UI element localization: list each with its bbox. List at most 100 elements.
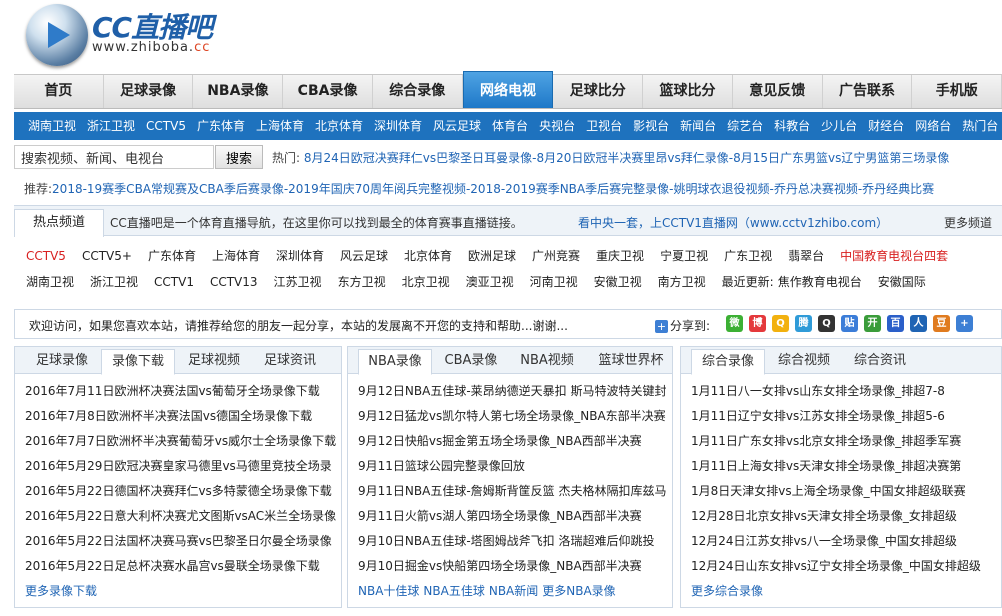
sub-nav-item[interactable]: 科教台 (774, 112, 810, 140)
wechat-icon[interactable]: 微 (726, 315, 743, 332)
panel-item[interactable]: 2016年5月22日足总杯决赛水晶宫vs曼联全场录像下载 (25, 556, 336, 581)
renren-icon[interactable]: 人 (910, 315, 927, 332)
panel-item[interactable]: 2016年5月29日欧冠决赛皇家马德里vs马德里竞技全场录 (25, 456, 336, 481)
channel-link[interactable]: 风云足球 (340, 249, 388, 263)
panel-more-link[interactable]: 更多NBA录像 (542, 584, 615, 598)
sub-nav-item[interactable]: 财经台 (868, 112, 904, 140)
panel-more-link[interactable]: 更多录像下载 (25, 584, 97, 598)
channel-link[interactable]: 广州竞赛 (532, 249, 580, 263)
panel-item[interactable]: 9月12日NBA五佳球-莱昂纳德逆天暴扣 斯马特波特关键封 (358, 381, 666, 406)
sub-nav-item[interactable]: 新闻台 (680, 112, 716, 140)
channel-link[interactable]: CCTV13 (210, 275, 258, 289)
panel-more-link[interactable]: 更多综合录像 (691, 584, 763, 598)
panel-item[interactable]: 2016年5月22日德国杯决赛拜仁vs多特蒙德全场录像下载 (25, 481, 336, 506)
channel-link[interactable]: 重庆卫视 (596, 249, 644, 263)
channel-link[interactable]: 欧洲足球 (468, 249, 516, 263)
channel-link[interactable]: CCTV1 (154, 275, 194, 289)
sub-nav-item[interactable]: 风云足球 (433, 112, 481, 140)
sub-nav-item[interactable]: 央视台 (539, 112, 575, 140)
panel-tab[interactable]: 综合视频 (767, 349, 841, 375)
main-nav-item[interactable]: 首页 (14, 75, 104, 108)
cctv1-link[interactable]: 看中央一套，上CCTV1直播网（www.cctv1zhibo.com） (578, 214, 888, 231)
panel-more-link[interactable]: NBA新闻 (489, 584, 538, 598)
sub-nav-item[interactable]: 湖南卫视 (28, 112, 76, 140)
channel-link[interactable]: 宁夏卫视 (660, 249, 708, 263)
main-nav-item[interactable]: 足球比分 (553, 75, 644, 108)
sub-nav-item[interactable]: 卫视台 (586, 112, 622, 140)
sub-nav-item[interactable]: 影视台 (633, 112, 669, 140)
recommend-link[interactable]: -2018-2019赛季NBA季后赛完整录像 (466, 182, 669, 196)
panel-item[interactable]: 2016年7月11日欧洲杯决赛法国vs葡萄牙全场录像下载 (25, 381, 336, 406)
panel-item[interactable]: 1月11日广东女排vs北京女排全场录像_排超季军赛 (691, 431, 981, 456)
main-nav-item[interactable]: CBA录像 (283, 75, 373, 108)
channel-link[interactable]: CCTV5+ (82, 249, 132, 263)
panel-item[interactable]: 9月11日篮球公园完整录像回放 (358, 456, 666, 481)
tencent-weibo-icon[interactable]: 腾 (795, 315, 812, 332)
panel-tab[interactable]: 足球录像 (25, 349, 99, 375)
recommend-link[interactable]: -2019年国庆70周年阅兵完整视频 (284, 182, 466, 196)
channel-link[interactable]: 澳亚卫视 (466, 275, 514, 289)
panel-item[interactable]: 12月28日北京女排vs天津女排全场录像_女排超级 (691, 506, 981, 531)
channel-link[interactable]: CCTV5 (26, 249, 66, 263)
channel-link[interactable]: 广东卫视 (724, 249, 772, 263)
channel-link[interactable]: 浙江卫视 (90, 275, 138, 289)
share-plus-icon[interactable]: + (655, 320, 668, 333)
panel-item[interactable]: 2016年7月8日欧洲杯半决赛法国vs德国全场录像下载 (25, 406, 336, 431)
sub-nav-item[interactable]: 少儿台 (821, 112, 857, 140)
hot-link[interactable]: -8月20日欧冠半决赛里昂vs拜仁录像 (532, 151, 729, 165)
panel-item[interactable]: 9月10日NBA五佳球-塔图姆战斧飞扣 洛瑞超难后仰跳投 (358, 531, 666, 556)
panel-tab[interactable]: NBA视频 (510, 349, 584, 375)
recommend-link[interactable]: -乔丹经典比赛 (858, 182, 934, 196)
channel-link[interactable]: 焦作教育电视台 (778, 275, 862, 289)
channel-link[interactable]: 东方卫视 (338, 275, 386, 289)
channel-link[interactable]: 河南卫视 (530, 275, 578, 289)
channel-link[interactable]: 北京体育 (404, 249, 452, 263)
panel-item[interactable]: 2016年5月22日意大利杯决赛尤文图斯vsAC米兰全场录像 (25, 506, 336, 531)
channel-link[interactable]: 上海体育 (212, 249, 260, 263)
channel-link[interactable]: 安徽国际 (878, 275, 926, 289)
panel-more-link[interactable]: NBA五佳球 (423, 584, 484, 598)
qzone-icon[interactable]: Q (772, 315, 789, 332)
recommend-link[interactable]: -姚明球衣退役视频 (669, 182, 769, 196)
panel-tab[interactable]: CBA录像 (434, 349, 508, 375)
main-nav-item[interactable]: 网络电视 (462, 71, 554, 108)
main-nav-item[interactable]: 意见反馈 (733, 75, 823, 108)
douban-icon[interactable]: 豆 (933, 315, 950, 332)
panel-item[interactable]: 12月24日江苏女排vs八一全场录像_中国女排超级 (691, 531, 981, 556)
sub-nav-item[interactable]: 体育台 (492, 112, 528, 140)
weibo-icon[interactable]: 博 (749, 315, 766, 332)
recommend-link[interactable]: 2018-19赛季CBA常规赛及CBA季后赛录像 (52, 182, 284, 196)
channel-link[interactable]: 南方卫视 (658, 275, 706, 289)
panel-tab[interactable]: 综合资讯 (843, 349, 917, 375)
sub-nav-item[interactable]: 上海体育 (256, 112, 304, 140)
channel-link[interactable]: 湖南卫视 (26, 275, 74, 289)
main-nav-item[interactable]: 手机版 (912, 75, 1002, 108)
sub-nav-item[interactable]: 综艺台 (727, 112, 763, 140)
panel-tab[interactable]: 录像下载 (101, 349, 175, 375)
main-nav-item[interactable]: 篮球比分 (643, 75, 733, 108)
logo-ball-icon[interactable] (26, 4, 88, 66)
panel-item[interactable]: 1月8日天津女排vs上海全场录像_中国女排超级联赛 (691, 481, 981, 506)
channel-link[interactable]: 北京卫视 (402, 275, 450, 289)
sub-nav-item[interactable]: 广东体育 (197, 112, 245, 140)
channel-link[interactable]: 广东体育 (148, 249, 196, 263)
kaixin-icon[interactable]: 开 (864, 315, 881, 332)
hot-link[interactable]: -8月15日广东男篮vs辽宁男篮第三场录像 (729, 151, 950, 165)
main-nav-item[interactable]: 足球录像 (104, 75, 194, 108)
qq-icon[interactable]: Q (818, 315, 835, 332)
panel-item[interactable]: 12月24日山东女排vs辽宁女排全场录像_中国女排超级 (691, 556, 981, 581)
sub-nav-item[interactable]: 网络台 (915, 112, 951, 140)
panel-tab[interactable]: 足球视频 (177, 349, 251, 375)
panel-item[interactable]: 1月11日八一女排vs山东女排全场录像_排超7-8 (691, 381, 981, 406)
panel-item[interactable]: 9月10日掘金vs快船第四场全场录像_NBA西部半决赛 (358, 556, 666, 581)
more-channels-link[interactable]: 更多频道 (944, 214, 992, 231)
panel-tab[interactable]: 综合录像 (691, 349, 765, 375)
panel-item[interactable]: 2016年7月7日欧洲杯半决赛葡萄牙vs威尔士全场录像下载 (25, 431, 336, 456)
tieba-icon[interactable]: 贴 (841, 315, 858, 332)
panel-tab[interactable]: NBA录像 (358, 349, 432, 375)
channel-link[interactable]: 翡翠台 (788, 249, 824, 263)
baidu-icon[interactable]: 百 (887, 315, 904, 332)
main-nav-item[interactable]: 综合录像 (373, 75, 463, 108)
hot-link[interactable]: 8月24日欧冠决赛拜仁vs巴黎圣日耳曼录像 (304, 151, 532, 165)
panel-tab[interactable]: 篮球世界杯 (586, 349, 676, 375)
